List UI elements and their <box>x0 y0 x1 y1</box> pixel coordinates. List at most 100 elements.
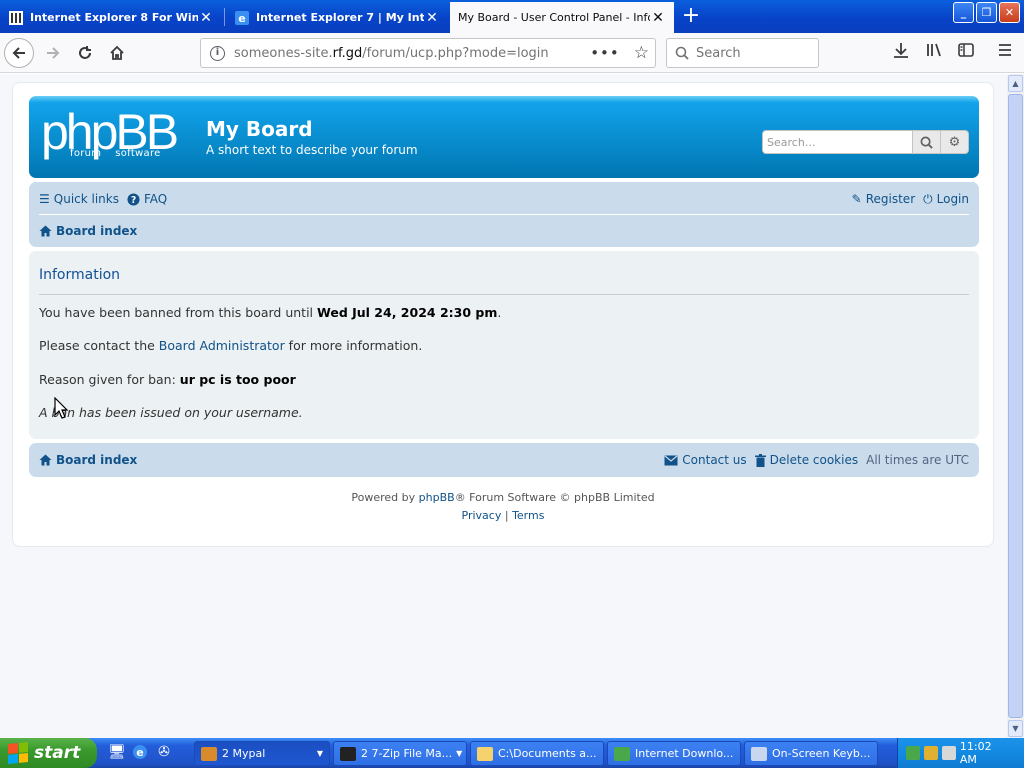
back-button[interactable] <box>4 38 34 68</box>
quick-links-button[interactable]: ☰ Quick links <box>39 192 119 206</box>
restore-button[interactable]: ❐ <box>976 2 997 23</box>
privacy-link[interactable]: Privacy <box>462 509 502 522</box>
browser-toolbar: i someones-site.rf.gd/forum/ucp.php?mode… <box>0 33 1024 73</box>
new-tab-button[interactable]: + <box>678 4 704 30</box>
taskbar-item-internet-download[interactable]: Internet Downlo... <box>607 741 741 766</box>
browser-search-input[interactable]: Search <box>666 38 819 68</box>
svg-text:e: e <box>136 746 143 759</box>
library-icon[interactable] <box>925 41 943 64</box>
site-description: A short text to describe your forum <box>206 143 418 157</box>
home-icon <box>39 225 52 236</box>
tray-app-icon[interactable] <box>923 746 938 760</box>
ie-icon: e <box>235 10 249 25</box>
taskbar-item-onscreen-keyboard[interactable]: On-Screen Keyb... <box>744 741 878 766</box>
start-label: start <box>34 743 81 763</box>
show-desktop-icon[interactable]: 🖥 <box>108 744 126 762</box>
page-viewport: phpBB forum software My Board A short te… <box>0 74 1007 738</box>
minimize-button[interactable]: _ <box>953 2 974 23</box>
forward-button[interactable] <box>38 38 68 68</box>
powered-by: Powered by phpBB® Forum Software © phpBB… <box>13 491 993 504</box>
envelope-icon <box>664 455 678 465</box>
advanced-search-button[interactable]: ⚙ <box>941 130 969 154</box>
sidebar-icon[interactable] <box>957 41 975 64</box>
scroll-down-arrow[interactable]: ▼ <box>1008 720 1023 737</box>
arrow-right-icon <box>47 47 60 59</box>
bars-icon: ☰ <box>39 192 50 206</box>
close-icon[interactable]: ✕ <box>424 10 440 26</box>
url-bar[interactable]: i someones-site.rf.gd/forum/ucp.php?mode… <box>200 38 656 68</box>
board-administrator-link[interactable]: Board Administrator <box>159 338 285 353</box>
search-placeholder: Search <box>696 45 741 61</box>
page-actions-icon[interactable]: ••• <box>590 44 620 62</box>
information-panel: Information You have been banned from th… <box>29 251 979 439</box>
close-window-button[interactable]: ✕ <box>999 2 1020 23</box>
taskbar-item-label: 2 Mypal <box>222 747 266 760</box>
divider <box>39 294 969 295</box>
7zip-icon <box>340 746 356 761</box>
breadcrumb: Board index <box>39 215 969 246</box>
taskbar-item-label: C:\Documents a... <box>498 747 597 760</box>
taskbar-item-label: 2 7-Zip File Ma... <box>361 747 453 760</box>
search-icon <box>675 46 689 60</box>
tab-ie8[interactable]: Internet Explorer 8 For Windows X ✕ <box>0 2 222 33</box>
power-icon: ⏻ <box>923 191 933 206</box>
url-text: someones-site.rf.gd/forum/ucp.php?mode=l… <box>234 46 590 61</box>
board-index-label: Board index <box>56 223 138 238</box>
bookmark-star-icon[interactable]: ☆ <box>634 43 649 63</box>
taskbar-item-7zip[interactable]: 2 7-Zip File Ma... ▼ <box>333 741 467 766</box>
reload-button[interactable] <box>70 38 100 68</box>
close-icon[interactable]: ✕ <box>650 10 666 26</box>
gear-icon: ⚙ <box>948 134 961 150</box>
phpbb-logo[interactable]: phpBB forum software <box>41 106 193 162</box>
login-label: Login <box>936 192 969 206</box>
media-quicklaunch-icon[interactable]: ✇ <box>155 744 173 762</box>
scroll-thumb[interactable] <box>1008 94 1023 718</box>
vertical-scrollbar[interactable]: ▲ ▼ <box>1007 74 1024 738</box>
forum-header: phpBB forum software My Board A short te… <box>29 96 979 178</box>
footer-board-index-label: Board index <box>56 453 138 467</box>
scroll-up-arrow[interactable]: ▲ <box>1008 75 1023 92</box>
volume-icon[interactable] <box>941 746 956 760</box>
page-icon <box>9 10 23 25</box>
close-icon[interactable]: ✕ <box>198 10 214 26</box>
phpbb-link[interactable]: phpBB <box>419 491 455 504</box>
tab-ie7[interactable]: e Internet Explorer 7 | My Internet E ✕ <box>226 2 448 33</box>
info-icon[interactable]: i <box>210 45 225 61</box>
contact-us-link[interactable]: Contact us <box>664 453 747 467</box>
search-button[interactable] <box>913 130 941 154</box>
ban-message: You have been banned from this board unt… <box>39 305 501 320</box>
panel-heading: Information <box>39 267 121 283</box>
footer-nav: Board index Contact us Delete cookies Al… <box>29 443 979 477</box>
menu-icon[interactable] <box>996 41 1014 64</box>
url-domain-prefix: someones-site. <box>234 45 333 61</box>
contact-prefix: Please contact the <box>39 338 159 353</box>
download-icon[interactable] <box>892 41 910 64</box>
windows-flag-icon <box>8 741 28 765</box>
home-button[interactable] <box>102 38 132 68</box>
taskbar: start 🖥 e ✇ 2 Mypal ▼ 2 7-Zip File Ma...… <box>0 738 1024 768</box>
register-link[interactable]: ✎ Register <box>852 192 915 206</box>
url-domain: rf.gd <box>332 45 363 61</box>
board-index-link[interactable]: Board index <box>39 224 137 238</box>
faq-label: FAQ <box>144 192 168 206</box>
faq-link[interactable]: ? FAQ <box>127 192 167 206</box>
powered-suffix: ® Forum Software © phpBB Limited <box>454 491 655 504</box>
terms-link[interactable]: Terms <box>512 509 544 522</box>
clock[interactable]: 11:02 AM <box>960 740 1012 766</box>
delete-cookies-link[interactable]: Delete cookies <box>754 453 858 467</box>
reason-text: ur pc is too poor <box>179 372 296 387</box>
contact-suffix: for more information. <box>284 338 423 353</box>
mypal-icon <box>201 746 217 761</box>
forum-search-input[interactable]: Search… <box>762 130 913 154</box>
taskbar-item-mypal[interactable]: 2 Mypal ▼ <box>194 741 330 766</box>
network-icon[interactable] <box>906 746 920 760</box>
browser-tab-strip: Internet Explorer 8 For Windows X ✕ e In… <box>0 0 1024 33</box>
start-button[interactable]: start <box>0 738 97 768</box>
taskbar-item-documents[interactable]: C:\Documents a... <box>470 741 604 766</box>
browser-quicklaunch-icon[interactable]: e <box>131 744 149 762</box>
login-link[interactable]: ⏻ Login <box>923 192 969 207</box>
footer-board-index-link[interactable]: Board index <box>39 453 137 467</box>
mouse-cursor-icon <box>54 397 68 419</box>
trash-icon <box>754 453 766 467</box>
tab-my-board[interactable]: My Board - User Control Panel - Inform ✕ <box>450 2 674 33</box>
